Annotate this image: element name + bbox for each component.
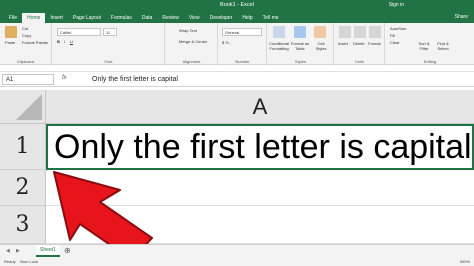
alignment-group: Wrap Text Merge & Center Alignment bbox=[166, 23, 218, 65]
paste-button[interactable]: Paste bbox=[5, 40, 15, 45]
italic-button[interactable]: I bbox=[64, 39, 65, 44]
insert-icon[interactable] bbox=[339, 26, 351, 38]
delete-icon[interactable] bbox=[354, 26, 366, 38]
row-header-3[interactable]: 3 bbox=[0, 206, 46, 244]
font-label: Font bbox=[104, 59, 113, 64]
ribbon-tabs: File Home Insert Page Layout Formulas Data Rev… bbox=[4, 13, 284, 23]
add-sheet-icon[interactable]: ⊕ bbox=[64, 246, 71, 255]
tab-developer[interactable]: Developer bbox=[205, 13, 238, 23]
tab-home[interactable]: Home bbox=[22, 13, 46, 23]
name-box[interactable]: A1 bbox=[2, 74, 54, 85]
cut-button[interactable]: Cut bbox=[22, 26, 28, 31]
tab-review[interactable]: Review bbox=[157, 13, 183, 23]
formula-input[interactable]: Only the first letter is capital bbox=[92, 74, 178, 85]
paste-icon[interactable] bbox=[5, 26, 17, 38]
editing-label: Editing bbox=[423, 59, 437, 64]
status-bar: Ready Num Lock 340% bbox=[0, 257, 474, 266]
styles-group: Conditional Formatting Format as Table C… bbox=[268, 23, 334, 65]
clear-button[interactable]: Clear bbox=[390, 40, 400, 45]
tab-formulas[interactable]: Formulas bbox=[106, 13, 137, 23]
styles-label: Styles bbox=[295, 59, 306, 64]
conditional-formatting-button[interactable]: Conditional Formatting bbox=[268, 41, 290, 51]
select-all-triangle-icon bbox=[16, 94, 42, 120]
wrap-text-button[interactable]: Wrap Text bbox=[179, 28, 197, 33]
cell-styles-button[interactable]: Cell Styles bbox=[312, 41, 330, 51]
autosum-button[interactable]: AutoSum bbox=[390, 26, 406, 31]
fill-button[interactable]: Fill bbox=[390, 33, 395, 38]
underline-button[interactable]: U bbox=[70, 39, 73, 44]
zoom-level[interactable]: 340% bbox=[460, 259, 470, 264]
cell-styles-icon[interactable] bbox=[314, 26, 326, 38]
format-as-table-button[interactable]: Format as Table bbox=[290, 41, 310, 51]
insert-button[interactable]: Insert bbox=[338, 41, 348, 46]
row-header-1[interactable]: 1 bbox=[0, 124, 46, 170]
editing-group: AutoSum Fill Clear Sort & Filter Find & … bbox=[386, 23, 474, 65]
sign-in-link[interactable]: Sign in bbox=[389, 2, 404, 8]
sheet-tab-sheet1[interactable]: Sheet1 bbox=[36, 245, 60, 257]
ribbon: Paste Cut Copy Format Painter Clipboard … bbox=[0, 23, 474, 65]
row-header-2[interactable]: 2 bbox=[0, 170, 46, 206]
currency-button[interactable]: $ % , bbox=[222, 40, 231, 45]
sheet-tab-bar: ◀ ▶ Sheet1 ⊕ bbox=[0, 244, 474, 257]
number-label: Number bbox=[235, 59, 250, 64]
column-header-a[interactable]: A bbox=[46, 90, 474, 124]
tab-data[interactable]: Data bbox=[137, 13, 158, 23]
tell-me-search[interactable]: Tell me bbox=[258, 13, 284, 23]
status-numlock: Num Lock bbox=[20, 259, 39, 264]
bold-button[interactable]: B bbox=[57, 39, 60, 44]
status-ready: Ready bbox=[4, 259, 16, 264]
share-button[interactable]: Share bbox=[455, 14, 468, 20]
cells-group: Insert Delete Format Cells bbox=[335, 23, 385, 65]
formula-bar: A1 fx Only the first letter is capital bbox=[0, 71, 474, 87]
cells-label: Cells bbox=[355, 59, 364, 64]
conditional-formatting-icon[interactable] bbox=[273, 26, 285, 38]
alignment-label: Alignment bbox=[182, 59, 201, 64]
tab-file[interactable]: File bbox=[4, 13, 22, 23]
clipboard-label: Clipboard bbox=[16, 59, 35, 64]
fx-icon[interactable]: fx bbox=[62, 75, 67, 81]
tab-insert[interactable]: Insert bbox=[45, 13, 68, 23]
cell-a1[interactable]: Only the first letter is capital bbox=[46, 124, 474, 170]
delete-button[interactable]: Delete bbox=[353, 41, 365, 46]
find-select-button[interactable]: Find & Select bbox=[434, 41, 452, 51]
tab-page-layout[interactable]: Page Layout bbox=[68, 13, 106, 23]
font-name-select[interactable]: Calibri bbox=[57, 28, 101, 36]
format-icon[interactable] bbox=[369, 26, 381, 38]
number-format-select[interactable]: General bbox=[222, 28, 262, 36]
scroll-right-icon[interactable]: ▶ bbox=[16, 248, 20, 254]
font-size-select[interactable]: 11 bbox=[103, 28, 117, 36]
tab-view[interactable]: View bbox=[184, 13, 205, 23]
number-group: General $ % , Number bbox=[219, 23, 267, 65]
clipboard-group: Paste Cut Copy Format Painter Clipboard bbox=[0, 23, 52, 65]
format-painter-button[interactable]: Format Painter bbox=[22, 40, 48, 45]
font-group: Calibri 11 B I U Font bbox=[53, 23, 165, 65]
copy-button[interactable]: Copy bbox=[22, 33, 31, 38]
sort-filter-button[interactable]: Sort & Filter bbox=[416, 41, 432, 51]
format-button[interactable]: Format bbox=[368, 41, 381, 46]
tab-help[interactable]: Help bbox=[237, 13, 257, 23]
select-all-corner[interactable] bbox=[0, 90, 46, 124]
format-table-icon[interactable] bbox=[294, 26, 306, 38]
merge-center-button[interactable]: Merge & Center bbox=[179, 39, 207, 44]
title-bar: Book1 - Excel Sign in File Home Insert Page… bbox=[0, 0, 474, 23]
scroll-left-icon[interactable]: ◀ bbox=[6, 248, 10, 254]
